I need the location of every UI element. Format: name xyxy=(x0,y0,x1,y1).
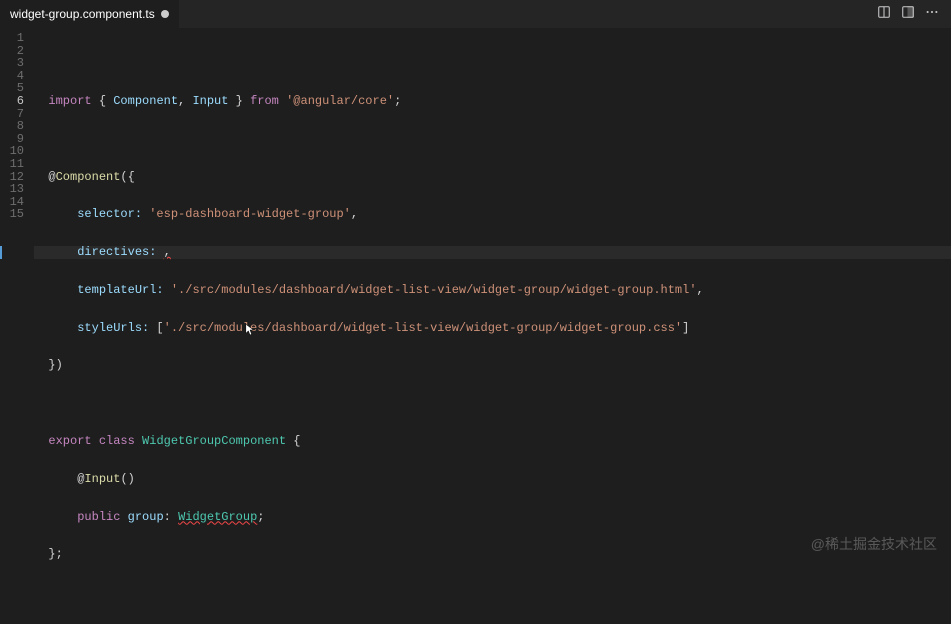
code-line: public group: WidgetGroup; xyxy=(34,511,951,524)
line-number: 6 xyxy=(0,95,24,108)
line-number: 3 xyxy=(0,57,24,70)
watermark-text: @稀土掘金技术社区 xyxy=(811,534,937,554)
code-line: @Component({ xyxy=(34,171,951,184)
code-area[interactable]: import { Component, Input } from '@angul… xyxy=(34,28,951,568)
code-line: import { Component, Input } from '@angul… xyxy=(34,95,951,108)
line-number-gutter: 1 2 3 4 5 6 7 8 9 10 11 12 13 14 15 xyxy=(0,28,34,568)
more-actions-icon[interactable] xyxy=(925,5,939,23)
modified-dot-icon xyxy=(161,10,169,18)
code-line: export class WidgetGroupComponent { xyxy=(34,435,951,448)
code-line-active: directives: , xyxy=(34,246,951,259)
code-line xyxy=(34,397,951,410)
code-line: styleUrls: ['./src/modules/dashboard/wid… xyxy=(34,322,951,335)
line-number: 1 xyxy=(0,32,24,45)
code-line xyxy=(34,133,951,146)
compare-icon[interactable] xyxy=(877,5,891,23)
code-line xyxy=(34,57,951,70)
code-line: selector: 'esp-dashboard-widget-group', xyxy=(34,208,951,221)
code-editor[interactable]: 1 2 3 4 5 6 7 8 9 10 11 12 13 14 15 impo… xyxy=(0,28,951,568)
tabs-container: widget-group.component.ts xyxy=(0,0,179,28)
editor-actions xyxy=(877,5,951,23)
line-number: 11 xyxy=(0,158,24,171)
line-number: 8 xyxy=(0,120,24,133)
tab-active[interactable]: widget-group.component.ts xyxy=(0,0,179,28)
code-line: }) xyxy=(34,359,951,372)
code-line: @Input() xyxy=(34,473,951,486)
line-number: 15 xyxy=(0,208,24,221)
code-line: templateUrl: './src/modules/dashboard/wi… xyxy=(34,284,951,297)
tab-bar: widget-group.component.ts xyxy=(0,0,951,28)
code-line xyxy=(34,586,951,599)
split-editor-icon[interactable] xyxy=(901,5,915,23)
line-number: 13 xyxy=(0,183,24,196)
tab-filename: widget-group.component.ts xyxy=(10,7,155,21)
